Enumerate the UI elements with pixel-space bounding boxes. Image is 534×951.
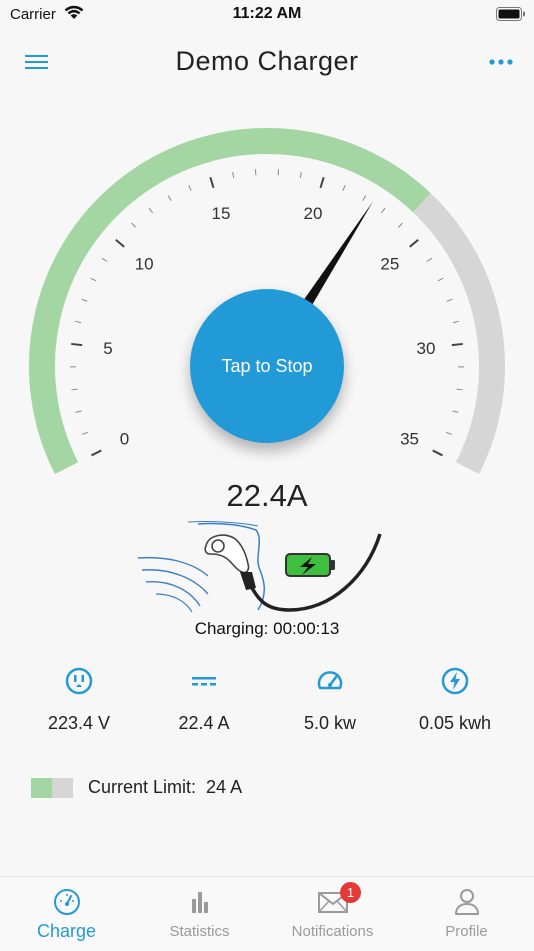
gauge-minor-tick <box>343 185 345 191</box>
gauge-minor-tick <box>457 389 463 390</box>
notifications-badge: 1 <box>340 882 361 903</box>
gauge-tick-label: 35 <box>400 430 419 449</box>
gauge-major-tick <box>452 344 463 345</box>
clock: 11:22 AM <box>0 5 534 23</box>
more-options-icon[interactable] <box>488 53 514 71</box>
speedometer-icon <box>316 667 344 695</box>
tab-statistics-label: Statistics <box>133 923 266 940</box>
gauge-remaining-arc <box>422 203 492 468</box>
tab-notifications-label: Notifications <box>266 923 399 940</box>
gauge-minor-tick <box>168 196 171 201</box>
energy-value: 0.05 kwh <box>395 713 515 734</box>
lightning-icon <box>441 667 469 695</box>
current-limit-value: 24 A <box>206 777 242 797</box>
amperage-value: 22.4 A <box>144 713 264 734</box>
person-icon <box>452 887 482 917</box>
tab-profile[interactable]: Profile <box>400 877 533 951</box>
gauge-minor-tick <box>453 411 459 412</box>
gauge-major-tick <box>320 177 323 188</box>
battery-charging-icon <box>286 554 335 576</box>
gauge-tick-label: 20 <box>304 204 323 223</box>
stats-row: 223.4 V 22.4 A 5.0 kw <box>0 665 534 745</box>
gauge-minor-tick <box>447 299 453 301</box>
nav-bar: Demo Charger <box>0 40 534 86</box>
gauge-minor-tick <box>132 223 136 227</box>
tab-charge[interactable]: Charge <box>0 877 133 951</box>
voltage-value: 223.4 V <box>19 713 139 734</box>
gauge-minor-tick <box>149 208 153 213</box>
dc-current-icon <box>190 667 218 695</box>
gauge-tick-label: 0 <box>120 430 129 449</box>
tab-notifications[interactable]: Notifications <box>266 877 399 951</box>
tab-profile-label: Profile <box>400 923 533 940</box>
gauge-major-tick <box>410 240 418 247</box>
gauge-tick-label: 30 <box>417 339 436 358</box>
status-bar: Carrier 11:22 AM <box>0 0 534 28</box>
gauge-minor-tick <box>398 223 402 227</box>
power-value: 5.0 kw <box>270 713 390 734</box>
gauge-tick-label: 15 <box>212 204 231 223</box>
gauge-minor-tick <box>76 411 82 412</box>
gauge-minor-tick <box>82 432 88 434</box>
gauge-minor-tick <box>71 389 77 390</box>
gauge-minor-tick <box>233 172 234 178</box>
gauge-major-tick <box>210 177 213 188</box>
current-reading: 22.4A <box>0 478 534 514</box>
tab-statistics[interactable]: Statistics <box>133 877 266 951</box>
ev-plug-illustration <box>130 518 390 618</box>
gauge-minor-tick <box>427 258 432 261</box>
gauge-icon <box>52 887 82 917</box>
current-limit-text: Current Limit: 24 A <box>88 777 242 798</box>
gauge-major-tick <box>433 450 443 455</box>
current-limit-label: Current Limit: <box>88 777 196 797</box>
power-stat: 5.0 kw <box>270 665 390 734</box>
charging-status: Charging: 00:00:13 <box>0 619 534 639</box>
energy-stat: 0.05 kwh <box>395 665 515 734</box>
tab-charge-label: Charge <box>0 921 133 942</box>
amperage-stat: 22.4 A <box>144 665 264 734</box>
gauge-tick-label: 10 <box>135 254 154 273</box>
page-title: Demo Charger <box>0 46 534 77</box>
current-limit-swatch <box>31 778 73 798</box>
gauge-minor-tick <box>300 172 301 178</box>
gauge-major-tick <box>116 240 124 247</box>
gauge-minor-tick <box>446 432 452 434</box>
gauge-minor-tick <box>363 196 366 201</box>
gauge-tick-label: 25 <box>380 254 399 273</box>
voltage-stat: 223.4 V <box>19 665 139 734</box>
gauge-tick-label: 5 <box>103 339 112 358</box>
gauge-minor-tick <box>453 321 459 322</box>
gauge-minor-tick <box>91 278 96 281</box>
gauge-minor-tick <box>189 185 191 191</box>
tab-bar: Charge Statistics Notifications <box>0 876 534 951</box>
tap-to-stop-button[interactable]: Tap to Stop <box>190 289 344 443</box>
gauge-major-tick <box>91 450 101 455</box>
gauge-minor-tick <box>82 299 88 301</box>
battery-icon <box>496 7 526 21</box>
gauge-minor-tick <box>75 321 81 322</box>
gauge-minor-tick <box>102 258 107 261</box>
outlet-icon <box>65 667 93 695</box>
bar-chart-icon <box>185 887 215 917</box>
gauge-minor-tick <box>438 278 443 281</box>
gauge-minor-tick <box>381 208 385 213</box>
gauge-major-tick <box>71 344 82 345</box>
